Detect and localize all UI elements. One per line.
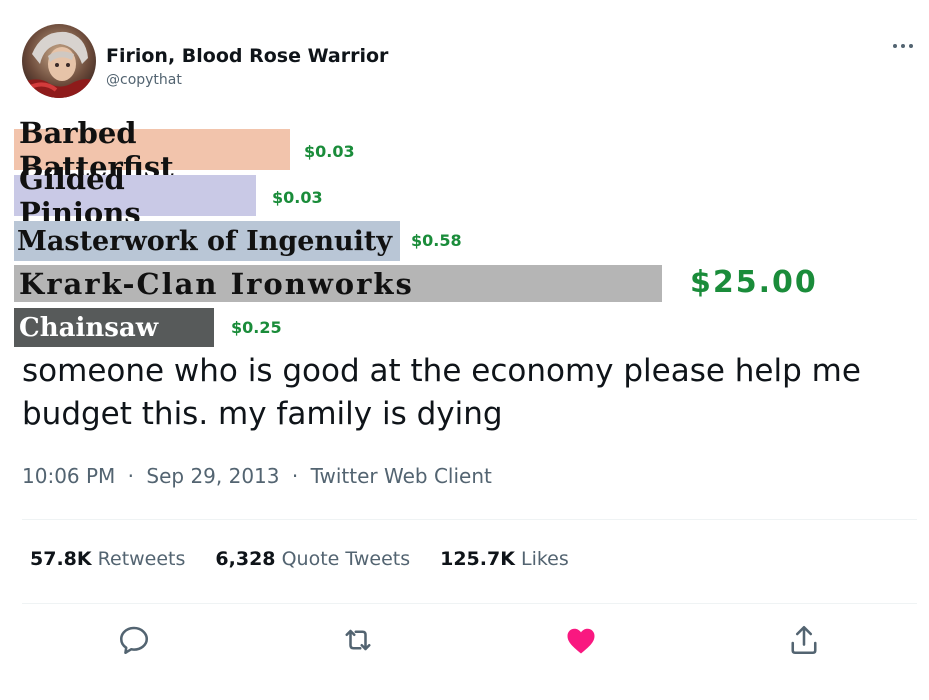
reply-button[interactable] <box>116 622 152 658</box>
retweet-icon <box>345 629 371 651</box>
like-button[interactable] <box>563 622 599 658</box>
likes-count: 125.7K <box>440 548 515 570</box>
avatar[interactable] <box>22 24 96 98</box>
tweet-time: 10:06 PM <box>22 464 116 488</box>
card-name-label: Gilded Pinions <box>14 162 256 230</box>
ellipsis-icon[interactable] <box>888 36 918 56</box>
card-price-label: $0.03 <box>272 188 323 207</box>
tweet-text-line: someone who is good at the economy pleas… <box>22 353 861 389</box>
share-button[interactable] <box>786 622 822 658</box>
quote-tweets-label: Quote Tweets <box>281 548 411 570</box>
retweets-stat[interactable]: 57.8K Retweets <box>30 548 185 570</box>
author-handle[interactable]: @copythat <box>106 72 182 88</box>
card-name-label: Chainsaw <box>14 308 214 347</box>
tweet-client-link[interactable]: Twitter Web Client <box>311 464 492 488</box>
character-portrait-avatar <box>22 24 96 98</box>
author-display-name[interactable]: Firion, Blood Rose Warrior <box>106 45 388 67</box>
separator-dot: · <box>291 464 299 488</box>
divider <box>22 603 917 604</box>
quote-tweets-count: 6,328 <box>215 548 276 570</box>
card-price-label: $0.58 <box>411 231 462 250</box>
card-price-label: $0.25 <box>231 318 282 337</box>
card-name-label: Krark-Clan Ironworks <box>14 265 662 302</box>
engagement-stats: 57.8K Retweets 6,328 Quote Tweets 125.7K… <box>30 548 569 570</box>
divider <box>22 519 917 520</box>
retweets-count: 57.8K <box>30 548 92 570</box>
tweet-date: Sep 29, 2013 <box>146 464 280 488</box>
tweet-text: someone who is good at the economy pleas… <box>22 350 902 436</box>
separator-dot: · <box>127 464 135 488</box>
card-price-label: $25.00 <box>690 265 818 300</box>
share-icon <box>791 625 817 655</box>
card-name-label: Masterwork of Ingenuity <box>14 221 400 261</box>
retweet-button[interactable] <box>340 622 376 658</box>
quote-tweets-stat[interactable]: 6,328 Quote Tweets <box>215 548 410 570</box>
tweet-metadata: 10:06 PM · Sep 29, 2013 · Twitter Web Cl… <box>22 464 492 488</box>
tweet-text-line: budget this. my family is dying <box>22 396 503 432</box>
reply-icon <box>119 626 149 655</box>
likes-stat[interactable]: 125.7K Likes <box>440 548 569 570</box>
card-price-label: $0.03 <box>304 142 355 161</box>
heart-icon <box>567 628 595 654</box>
retweets-label: Retweets <box>97 548 186 570</box>
likes-label: Likes <box>520 548 569 570</box>
tweet-time-link[interactable]: 10:06 PM · Sep 29, 2013 <box>22 464 286 488</box>
